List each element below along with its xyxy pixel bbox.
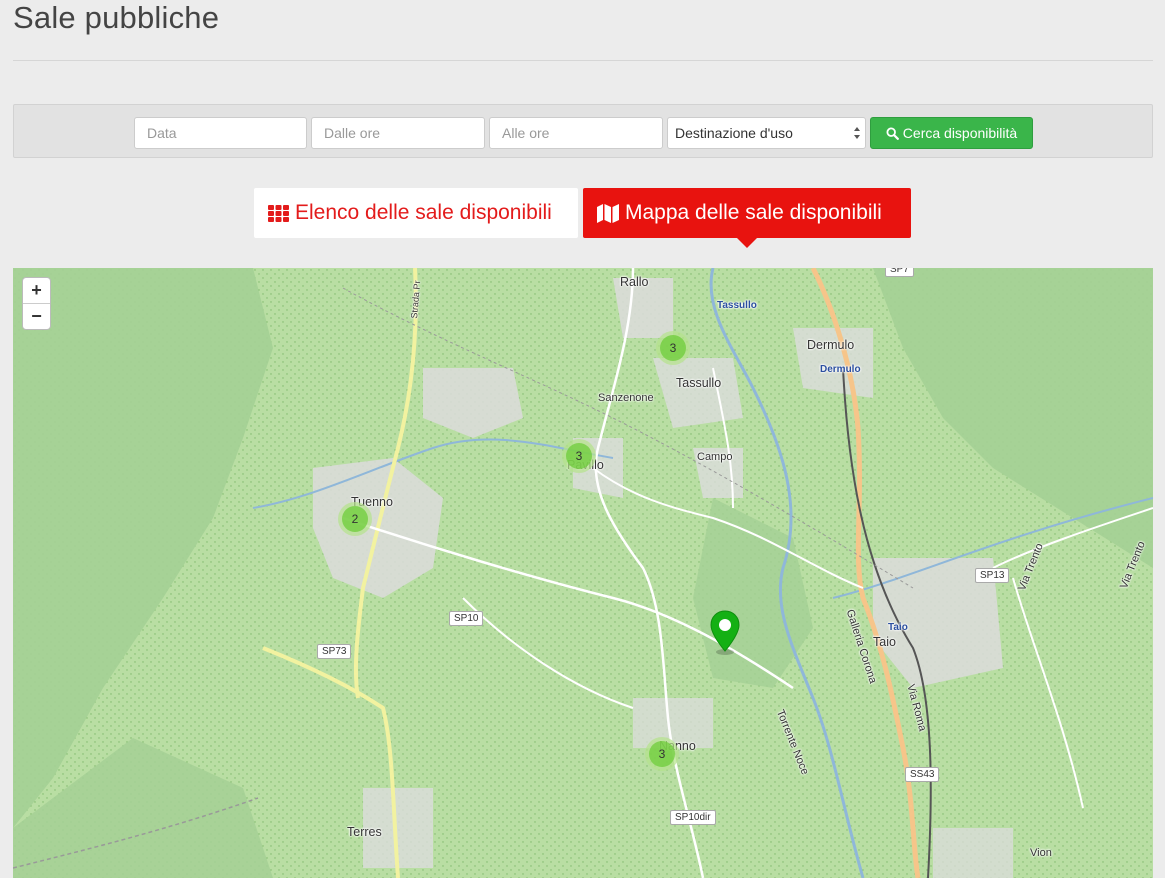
road-sp7: SP7 bbox=[885, 268, 914, 277]
marker-cluster[interactable]: 2 bbox=[338, 502, 372, 536]
map-pin-icon[interactable] bbox=[710, 610, 740, 656]
page-title: Sale pubbliche bbox=[13, 0, 220, 35]
cluster-count: 3 bbox=[566, 443, 592, 469]
select-arrows-icon bbox=[854, 127, 860, 139]
search-bar: Destinazione d'uso Cerca disponibilità bbox=[13, 104, 1153, 158]
place-tassullo: Tassullo bbox=[676, 376, 722, 390]
usage-select-value: Destinazione d'uso bbox=[675, 125, 793, 141]
place-dermulo: Dermulo bbox=[807, 338, 855, 352]
usage-select[interactable]: Destinazione d'uso bbox=[667, 117, 866, 149]
road-sp10dir: SP10dir bbox=[670, 810, 716, 825]
cluster-count: 3 bbox=[660, 335, 686, 361]
road-sp13: SP13 bbox=[975, 568, 1010, 583]
search-button-label: Cerca disponibilità bbox=[902, 125, 1018, 141]
place-sanzenone: Sanzenone bbox=[598, 392, 654, 404]
place-campo: Campo bbox=[697, 451, 733, 463]
place-vion: Vion bbox=[1030, 847, 1052, 859]
search-icon bbox=[886, 126, 899, 140]
marker-cluster[interactable]: 3 bbox=[562, 439, 596, 473]
road-sp10: SP10 bbox=[449, 611, 484, 626]
place-taio: Taio bbox=[873, 635, 896, 649]
tab-list-label: Elenco delle sale disponibili bbox=[295, 201, 552, 224]
zoom-in-button[interactable]: + bbox=[23, 278, 50, 303]
place-terres: Terres bbox=[347, 825, 382, 839]
place-rallo: Rallo bbox=[620, 275, 649, 289]
map-view[interactable]: + − Rallo Tassullo Tassullo Sanzenone De… bbox=[13, 268, 1153, 878]
date-input[interactable] bbox=[134, 117, 307, 149]
place-tassullo-station: Tassullo bbox=[717, 300, 757, 311]
tab-list-view[interactable]: Elenco delle sale disponibili bbox=[254, 188, 578, 238]
search-button[interactable]: Cerca disponibilità bbox=[870, 117, 1033, 149]
to-time-input[interactable] bbox=[489, 117, 663, 149]
title-divider bbox=[13, 60, 1153, 61]
map-icon bbox=[597, 203, 619, 223]
grid-icon bbox=[268, 204, 289, 222]
zoom-control: + − bbox=[22, 277, 51, 330]
marker-cluster[interactable]: 3 bbox=[656, 331, 690, 365]
place-taio-station: Taio bbox=[888, 622, 908, 633]
tab-map-view[interactable]: Mappa delle sale disponibili bbox=[583, 188, 911, 238]
road-ss43: SS43 bbox=[905, 767, 940, 782]
tab-map-label: Mappa delle sale disponibili bbox=[625, 201, 882, 224]
cluster-count: 3 bbox=[649, 741, 675, 767]
from-time-input[interactable] bbox=[311, 117, 485, 149]
marker-cluster[interactable]: 3 bbox=[645, 737, 679, 771]
place-dermulo-station: Dermulo bbox=[820, 364, 861, 375]
zoom-out-button[interactable]: − bbox=[23, 304, 50, 329]
cluster-count: 2 bbox=[342, 506, 368, 532]
active-tab-caret bbox=[737, 238, 757, 248]
road-sp73: SP73 bbox=[317, 644, 352, 659]
